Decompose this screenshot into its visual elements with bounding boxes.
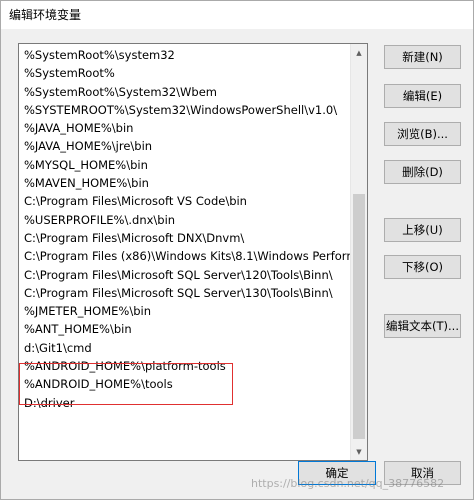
scroll-up-icon[interactable]: ▲ [351, 44, 367, 61]
path-list-item[interactable]: C:\Program Files\Microsoft DNX\Dnvm\ [19, 229, 350, 247]
path-list-item[interactable]: %ANDROID_HOME%\platform-tools [19, 357, 350, 375]
path-list-item[interactable]: %SYSTEMROOT%\System32\WindowsPowerShell\… [19, 101, 350, 119]
dialog-title: 编辑环境变量 [9, 8, 82, 22]
path-list-item[interactable]: %ANDROID_HOME%\tools [19, 375, 350, 393]
path-list-item[interactable]: %JAVA_HOME%\bin [19, 119, 350, 137]
path-list-item[interactable]: d:\Git1\cmd [19, 339, 350, 357]
edit-button[interactable]: 编辑(E) [384, 84, 461, 108]
path-list-item[interactable]: %JMETER_HOME%\bin [19, 302, 350, 320]
path-list-item[interactable]: %USERPROFILE%\.dnx\bin [19, 211, 350, 229]
move-up-button[interactable]: 上移(U) [384, 218, 461, 242]
move-down-button[interactable]: 下移(O) [384, 255, 461, 279]
scroll-down-icon[interactable]: ▼ [351, 443, 367, 460]
path-list-item[interactable]: C:\Program Files\Microsoft SQL Server\13… [19, 284, 350, 302]
scroll-thumb[interactable] [353, 194, 365, 439]
path-list-item[interactable]: %ANT_HOME%\bin [19, 320, 350, 338]
path-list-items: %SystemRoot%\system32 %SystemRoot% %System… [19, 46, 350, 412]
path-list-item[interactable]: %MAVEN_HOME%\bin [19, 174, 350, 192]
title-bar: 编辑环境变量 [1, 1, 473, 29]
path-list-item[interactable]: %SystemRoot% [19, 64, 350, 82]
path-list[interactable]: %SystemRoot%\system32 %SystemRoot% %System… [18, 43, 368, 461]
path-list-item[interactable]: %SystemRoot%\System32\Wbem [19, 83, 350, 101]
browse-button[interactable]: 浏览(B)... [384, 122, 461, 146]
path-list-item[interactable]: %MYSQL_HOME%\bin [19, 156, 350, 174]
cancel-button[interactable]: 取消 [384, 461, 461, 485]
edit-text-button[interactable]: 编辑文本(T)... [384, 314, 461, 338]
path-list-item[interactable]: C:\Program Files\Microsoft SQL Server\12… [19, 266, 350, 284]
path-list-item[interactable]: C:\Program Files\Microsoft VS Code\bin [19, 192, 350, 210]
delete-button[interactable]: 删除(D) [384, 160, 461, 184]
new-button[interactable]: 新建(N) [384, 45, 461, 69]
edit-env-variable-dialog: 编辑环境变量 %SystemRoot%\system32 %SystemRoot%… [0, 0, 474, 500]
path-list-item[interactable]: C:\Program Files (x86)\Windows Kits\8.1\… [19, 247, 350, 265]
path-list-item[interactable]: %JAVA_HOME%\jre\bin [19, 137, 350, 155]
list-scrollbar[interactable]: ▲ ▼ [350, 44, 367, 460]
path-list-item[interactable]: %SystemRoot%\system32 [19, 46, 350, 64]
ok-button[interactable]: 确定 [298, 461, 376, 485]
path-list-item[interactable]: D:\driver [19, 394, 350, 412]
